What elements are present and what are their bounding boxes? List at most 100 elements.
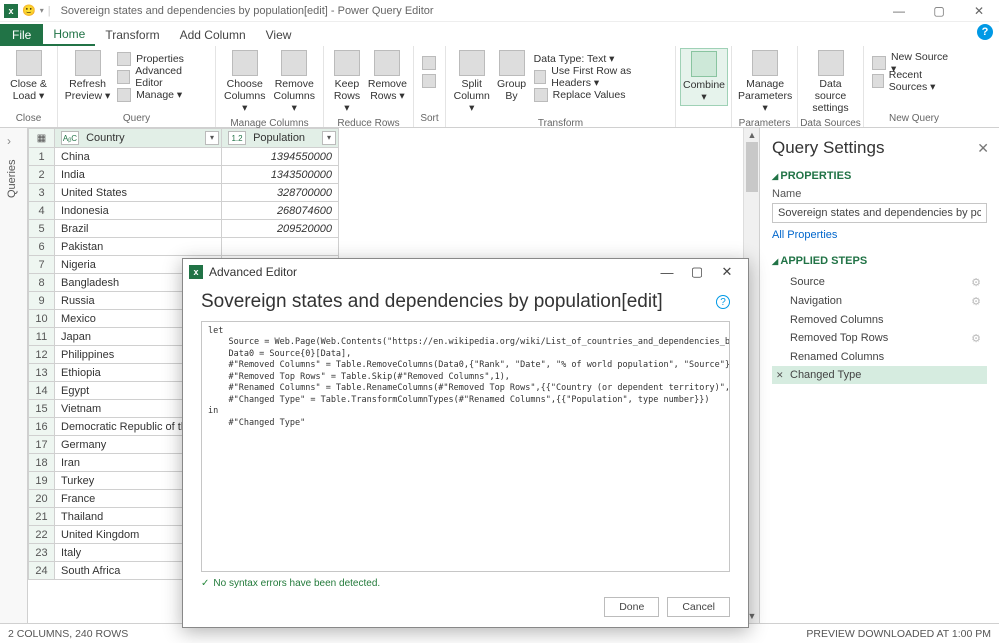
tab-home[interactable]: Home: [43, 24, 95, 46]
dialog-maximize-button[interactable]: ▢: [682, 264, 712, 280]
row-number[interactable]: 2: [29, 166, 55, 184]
table-row[interactable]: 4Indonesia268074600: [29, 202, 339, 220]
row-number[interactable]: 1: [29, 148, 55, 166]
done-button[interactable]: Done: [604, 597, 659, 617]
row-number[interactable]: 6: [29, 238, 55, 256]
gear-icon[interactable]: ⚙: [971, 276, 981, 289]
qat-dropdown-icon[interactable]: ▾: [40, 6, 44, 15]
minimize-button[interactable]: —: [879, 0, 919, 22]
applied-step[interactable]: Removed Top Rows⚙: [772, 329, 987, 348]
maximize-button[interactable]: ▢: [919, 0, 959, 22]
dialog-titlebar[interactable]: x Advanced Editor — ▢ ✕: [183, 259, 748, 285]
advanced-editor-button[interactable]: Advanced Editor: [113, 68, 211, 85]
applied-step[interactable]: Changed Type: [772, 366, 987, 384]
all-properties-link[interactable]: All Properties: [772, 229, 837, 241]
row-number[interactable]: 17: [29, 436, 55, 454]
row-number[interactable]: 18: [29, 454, 55, 472]
scroll-thumb[interactable]: [746, 142, 758, 192]
row-number[interactable]: 16: [29, 418, 55, 436]
applied-step[interactable]: Renamed Columns: [772, 348, 987, 366]
cell-population[interactable]: [222, 238, 339, 256]
sort-asc-button[interactable]: [418, 54, 440, 71]
row-number[interactable]: 13: [29, 364, 55, 382]
recent-sources-button[interactable]: Recent Sources ▾: [868, 72, 960, 89]
table-row[interactable]: 2India1343500000: [29, 166, 339, 184]
applied-steps-heading[interactable]: APPLIED STEPS: [772, 255, 987, 267]
row-number[interactable]: 7: [29, 256, 55, 274]
gear-icon[interactable]: ⚙: [971, 295, 981, 308]
expand-queries-icon[interactable]: ›: [7, 134, 11, 148]
row-number[interactable]: 20: [29, 490, 55, 508]
cell-country[interactable]: Brazil: [55, 220, 222, 238]
dialog-close-button[interactable]: ✕: [712, 264, 742, 280]
row-number[interactable]: 23: [29, 544, 55, 562]
row-number[interactable]: 11: [29, 328, 55, 346]
cell-country[interactable]: India: [55, 166, 222, 184]
row-number[interactable]: 15: [29, 400, 55, 418]
gear-icon[interactable]: ⚙: [971, 332, 981, 345]
cell-population[interactable]: 1394550000: [222, 148, 339, 166]
dialog-help-icon[interactable]: ?: [716, 295, 730, 309]
corner-cell[interactable]: ▦: [29, 129, 55, 148]
properties-heading[interactable]: PROPERTIES: [772, 170, 987, 182]
cell-country[interactable]: United States: [55, 184, 222, 202]
tab-file[interactable]: File: [0, 24, 43, 46]
qat-smiley-icon[interactable]: 🙂: [22, 4, 36, 17]
column-header-country[interactable]: AᵦC Country ▾: [55, 129, 222, 148]
combine-button[interactable]: Combine ▾: [680, 48, 728, 106]
cancel-button[interactable]: Cancel: [667, 597, 730, 617]
sort-desc-button[interactable]: [418, 72, 440, 89]
manage-button[interactable]: Manage ▾: [113, 86, 211, 103]
remove-columns-button[interactable]: Remove Columns ▾: [270, 48, 320, 116]
applied-step[interactable]: Source⚙: [772, 273, 987, 292]
table-row[interactable]: 5Brazil209520000: [29, 220, 339, 238]
text-type-icon[interactable]: AᵦC: [61, 131, 79, 145]
close-window-button[interactable]: ✕: [959, 0, 999, 22]
code-editor[interactable]: let Source = Web.Page(Web.Contents("http…: [201, 321, 730, 572]
refresh-preview-button[interactable]: Refresh Preview ▾: [62, 48, 113, 104]
row-number[interactable]: 8: [29, 274, 55, 292]
row-number[interactable]: 9: [29, 292, 55, 310]
cell-country[interactable]: China: [55, 148, 222, 166]
split-column-button[interactable]: Split Column ▾: [450, 48, 493, 116]
number-type-icon[interactable]: 1.2: [228, 131, 246, 145]
dialog-minimize-button[interactable]: —: [652, 265, 682, 280]
column-filter-population[interactable]: ▾: [322, 131, 336, 145]
row-number[interactable]: 21: [29, 508, 55, 526]
applied-step[interactable]: Navigation⚙: [772, 292, 987, 311]
row-number[interactable]: 14: [29, 382, 55, 400]
row-number[interactable]: 5: [29, 220, 55, 238]
row-number[interactable]: 4: [29, 202, 55, 220]
help-icon[interactable]: ?: [977, 24, 993, 40]
cell-population[interactable]: 328700000: [222, 184, 339, 202]
replace-values-button[interactable]: Replace Values: [530, 86, 671, 103]
table-row[interactable]: 6Pakistan: [29, 238, 339, 256]
data-source-settings-button[interactable]: Data source settings: [802, 48, 859, 116]
row-number[interactable]: 24: [29, 562, 55, 580]
table-row[interactable]: 3United States328700000: [29, 184, 339, 202]
keep-rows-button[interactable]: Keep Rows ▾: [328, 48, 366, 116]
column-filter-country[interactable]: ▾: [205, 131, 219, 145]
applied-step[interactable]: Removed Columns: [772, 311, 987, 329]
query-name-input[interactable]: [772, 203, 987, 223]
cell-population[interactable]: 268074600: [222, 202, 339, 220]
row-number[interactable]: 19: [29, 472, 55, 490]
row-number[interactable]: 12: [29, 346, 55, 364]
column-header-population[interactable]: 1.2 Population ▾: [222, 129, 339, 148]
row-number[interactable]: 10: [29, 310, 55, 328]
row-number[interactable]: 3: [29, 184, 55, 202]
table-row[interactable]: 1China1394550000: [29, 148, 339, 166]
remove-rows-button[interactable]: Remove Rows ▾: [366, 48, 409, 104]
cell-country[interactable]: Pakistan: [55, 238, 222, 256]
scroll-up-icon[interactable]: ▲: [744, 128, 759, 142]
choose-columns-button[interactable]: Choose Columns ▾: [220, 48, 270, 116]
close-settings-button[interactable]: ✕: [977, 140, 989, 157]
manage-parameters-button[interactable]: Manage Parameters ▾: [736, 48, 794, 116]
first-row-headers-button[interactable]: Use First Row as Headers ▾: [530, 68, 671, 85]
tab-transform[interactable]: Transform: [95, 24, 169, 46]
tab-view[interactable]: View: [256, 24, 302, 46]
row-number[interactable]: 22: [29, 526, 55, 544]
cell-population[interactable]: 209520000: [222, 220, 339, 238]
queries-pane-collapsed[interactable]: › Queries: [0, 128, 28, 623]
close-load-button[interactable]: Close & Load ▾: [4, 48, 53, 104]
